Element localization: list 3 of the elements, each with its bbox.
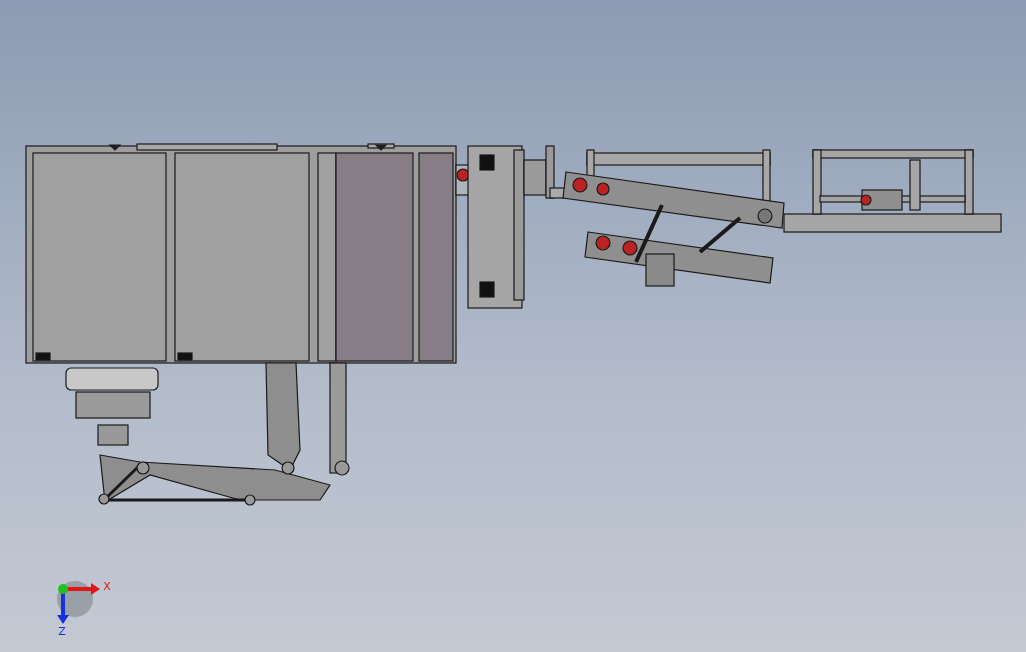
origin-ball-icon [58,584,68,594]
axis-label: Z [58,625,66,638]
axis-label: X [103,580,111,593]
